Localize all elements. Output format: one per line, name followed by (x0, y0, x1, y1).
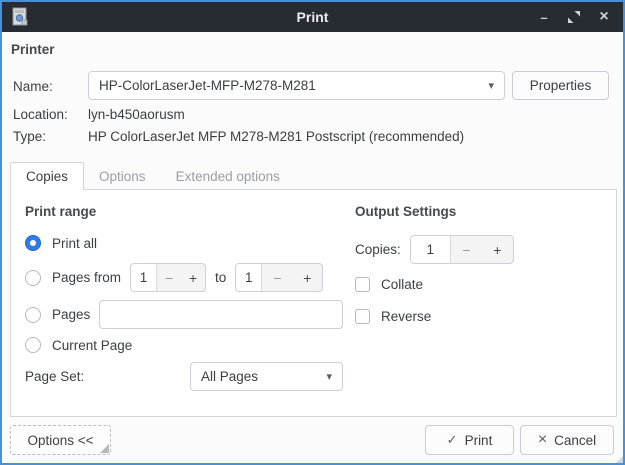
pages-to-value[interactable]: 1 (236, 264, 262, 291)
minus-icon[interactable]: − (451, 236, 482, 263)
tab-extended-options[interactable]: Extended options (161, 162, 295, 190)
maximize-icon (568, 11, 580, 23)
pages-label: Pages (52, 307, 90, 322)
chevron-down-icon: ▾ (326, 370, 332, 383)
current-page-radio[interactable] (25, 337, 41, 353)
titlebar: Print – × (2, 2, 623, 32)
copies-label: Copies: (355, 242, 401, 257)
minimize-button[interactable]: – (529, 2, 559, 32)
reverse-checkbox[interactable] (355, 309, 370, 324)
current-page-label: Current Page (52, 338, 132, 353)
pages-input[interactable] (99, 300, 343, 329)
collate-label: Collate (381, 277, 423, 292)
output-settings-header: Output Settings (355, 204, 595, 219)
pages-from-radio[interactable] (25, 270, 41, 286)
location-label: Location: (13, 107, 68, 122)
close-button[interactable]: × (589, 2, 619, 32)
chevron-down-icon: ▾ (488, 79, 494, 92)
print-all-label: Print all (52, 236, 97, 251)
options-toggle-button[interactable]: Options << (10, 425, 111, 455)
pages-radio[interactable] (25, 307, 41, 323)
minus-icon[interactable]: − (157, 264, 181, 291)
pages-from-spinner[interactable]: 1 − + (130, 263, 206, 292)
reverse-label: Reverse (381, 309, 431, 324)
button-grip-icon (100, 444, 109, 453)
properties-button[interactable]: Properties (512, 71, 609, 100)
printer-name-label: Name: (13, 79, 53, 94)
print-range-header: Print range (25, 204, 343, 219)
tab-bar: Copies Options Extended options (10, 162, 295, 190)
plus-icon[interactable]: + (292, 264, 322, 291)
print-dialog: Print – × Printer Name: HP-ColorLaserJet… (0, 0, 625, 465)
copies-value[interactable]: 1 (411, 236, 451, 263)
resize-grip[interactable] (614, 454, 625, 465)
print-button[interactable]: ✓ Print (425, 425, 514, 455)
pages-from-value[interactable]: 1 (131, 264, 157, 291)
pages-to-label: to (215, 270, 226, 285)
type-value: HP ColorLaserJet MFP M278-M281 Postscrip… (88, 129, 464, 144)
plus-icon[interactable]: + (181, 264, 205, 291)
printer-name-value: HP-ColorLaserJet-MFP-M278-M281 (99, 78, 316, 93)
print-range-group: Print range Print all Pages from 1 − + t… (25, 204, 343, 391)
tab-options[interactable]: Options (84, 162, 161, 190)
plus-icon[interactable]: + (482, 236, 513, 263)
printer-name-select[interactable]: HP-ColorLaserJet-MFP-M278-M281 ▾ (88, 71, 505, 100)
pages-to-spinner[interactable]: 1 − + (235, 263, 323, 292)
printer-window-icon (11, 7, 29, 27)
location-value: lyn-b450aorusm (88, 107, 185, 122)
collate-checkbox[interactable] (355, 277, 370, 292)
pages-from-label: Pages from (52, 270, 121, 285)
x-icon: × (538, 431, 547, 449)
page-set-value: All Pages (201, 369, 258, 384)
printer-section-label: Printer (11, 42, 55, 57)
page-set-select[interactable]: All Pages ▾ (190, 362, 343, 391)
page-set-label: Page Set: (25, 369, 84, 384)
maximize-button[interactable] (559, 2, 589, 32)
print-all-radio[interactable] (25, 235, 41, 251)
output-settings-group: Output Settings Copies: 1 − + Collate Re… (355, 204, 595, 334)
minus-icon[interactable]: − (262, 264, 292, 291)
cancel-button[interactable]: × Cancel (520, 425, 614, 455)
checkmark-icon: ✓ (447, 432, 458, 448)
tab-copies[interactable]: Copies (10, 162, 84, 190)
copies-spinner[interactable]: 1 − + (410, 235, 514, 264)
type-label: Type: (13, 129, 46, 144)
